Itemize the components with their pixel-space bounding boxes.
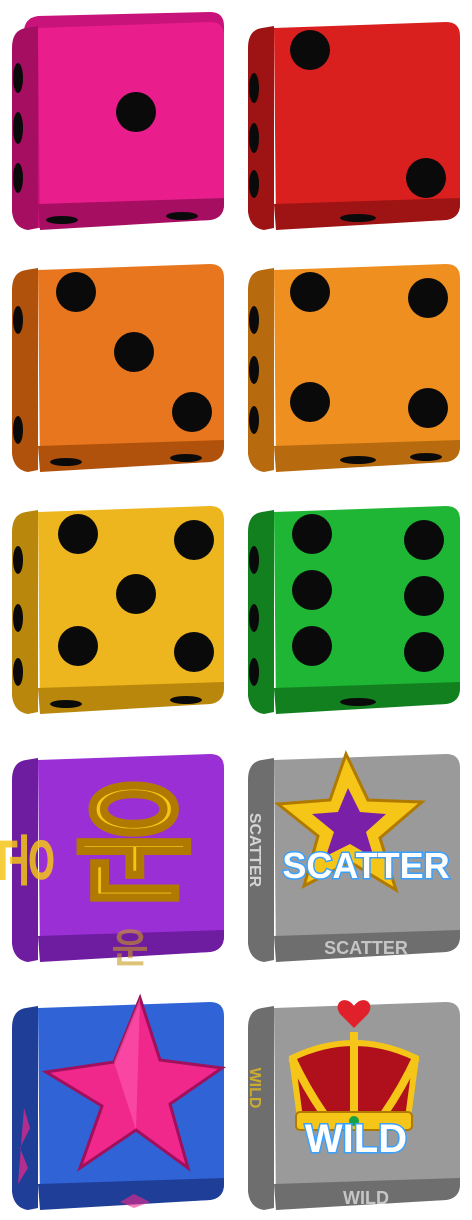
scatter-label: SCATTER [282,845,449,886]
dice-sprite-sheet: 운 운 운 SCATTER SCATTER SCATTER [0,0,472,1220]
pip [56,272,96,312]
pip [292,514,332,554]
orange-die-four [246,250,468,472]
pip [408,388,448,428]
pip [172,392,212,432]
pip [174,632,214,672]
die-graphic [248,506,460,714]
pip [114,332,154,372]
pip [58,514,98,554]
die-graphic [248,22,460,230]
pip [58,626,98,666]
die-graphic: WILD WILD WILD [246,1000,460,1210]
blue-star-die [10,988,232,1210]
pip [174,520,214,560]
bottom-wild-label: WILD [343,1188,389,1208]
pip [406,158,446,198]
bottom-luck-symbol: 운 [112,927,149,971]
die-graphic [12,264,224,472]
pip [116,92,156,132]
green-die-six [246,492,468,714]
die-graphic [12,506,224,714]
pip [404,576,444,616]
side-luck-symbol: 운 [0,832,58,887]
pip [292,626,332,666]
yellow-die-five [10,492,232,714]
die-graphic [12,993,227,1210]
die-graphic [248,264,460,472]
purple-luck-die: 운 운 운 [0,740,232,971]
pip [404,520,444,560]
pip [116,574,156,614]
orange-die-three [10,250,232,472]
pip [408,278,448,318]
korean-luck-symbol: 운 [74,772,194,918]
pip [292,570,332,610]
die-graphic [12,12,224,230]
pink-die-one [10,8,232,230]
pip [290,272,330,312]
die-graphic: 운 운 운 [0,754,224,971]
bottom-scatter-label: SCATTER [324,938,408,958]
side-scatter-label: SCATTER [246,813,263,888]
pip [290,382,330,422]
gray-wild-die: WILD WILD WILD [246,988,468,1210]
wild-label: WILD [305,1117,407,1161]
die-graphic: SCATTER SCATTER SCATTER [246,750,460,962]
side-wild-label: WILD [246,1068,263,1109]
gray-scatter-die: SCATTER SCATTER SCATTER [246,740,468,962]
pip [404,632,444,672]
pip [290,30,330,70]
red-die-two [246,8,468,230]
